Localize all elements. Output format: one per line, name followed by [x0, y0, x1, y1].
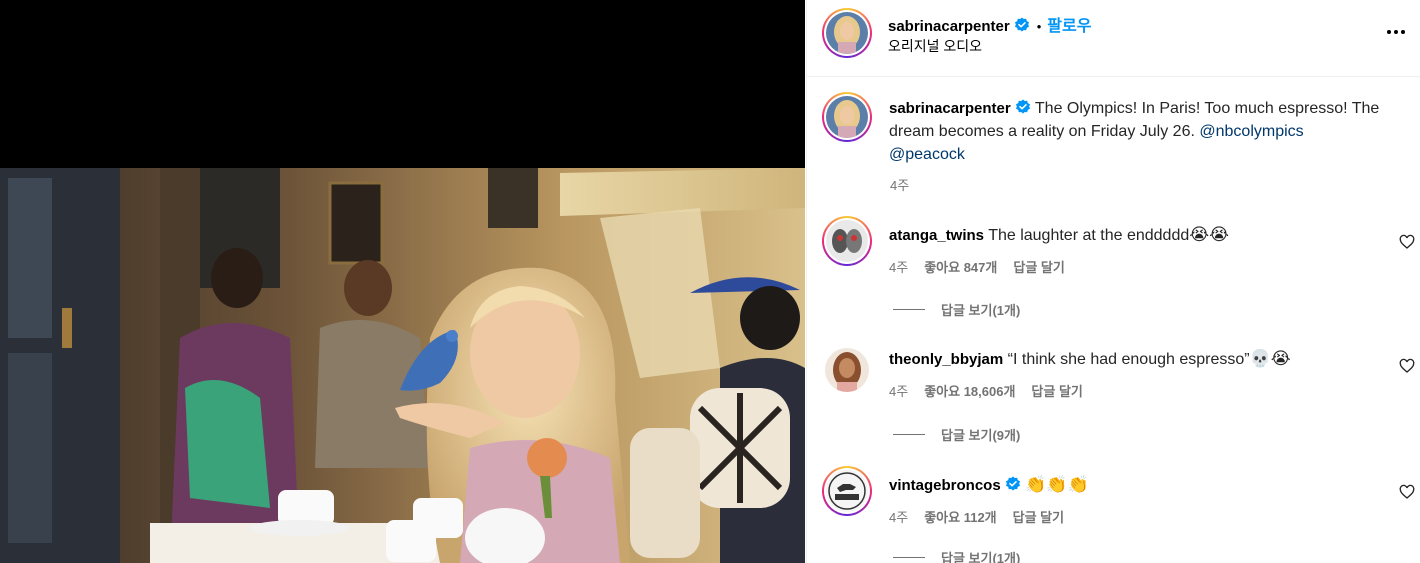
verified-badge-icon: [1015, 99, 1030, 114]
original-audio-link[interactable]: 오리지널 오디오: [888, 36, 982, 56]
comment-text-row: atanga_twins The laughter at the enddddd…: [889, 224, 1229, 247]
caption-username[interactable]: sabrinacarpenter: [889, 100, 1011, 117]
view-replies-button[interactable]: 답글 보기(9개): [893, 425, 1020, 444]
author-avatar[interactable]: [822, 8, 872, 58]
mention-link[interactable]: @peacock: [889, 146, 965, 163]
post-header: sabrinacarpenter • 팔로우 오리지널 오디오: [807, 0, 1420, 77]
comment-text-row: theonly_bbyjam “I think she had enough e…: [889, 348, 1291, 371]
comment-meta: 4주 좋아요 18,606개 답글 달기: [889, 381, 1083, 400]
heart-icon[interactable]: [1399, 234, 1415, 250]
avatar-image: [826, 470, 868, 512]
comment-like-count[interactable]: 좋아요 112개: [924, 510, 996, 525]
comment-like-count[interactable]: 좋아요 18,606개: [924, 384, 1015, 399]
comment-emojis: 😭😭: [1189, 225, 1229, 244]
comment-like-count[interactable]: 좋아요 847개: [924, 260, 997, 275]
author-username[interactable]: sabrinacarpenter: [888, 18, 1010, 35]
reply-button[interactable]: 답글 달기: [1013, 260, 1064, 275]
comment-emojis: 💀😭: [1249, 349, 1291, 368]
avatar-image: [826, 220, 868, 262]
divider-line: [893, 557, 925, 558]
commenter-username[interactable]: theonly_bbyjam: [889, 351, 1003, 368]
avatar-image: [826, 12, 868, 54]
reply-button[interactable]: 답글 달기: [1031, 384, 1082, 399]
comment-body: “I think she had enough espresso”: [1007, 351, 1250, 368]
follow-button[interactable]: 팔로우: [1047, 18, 1091, 35]
comment-text-row: vintagebroncos 👏👏👏: [889, 474, 1089, 497]
more-options-icon[interactable]: [1383, 22, 1409, 42]
avatar-image: [825, 348, 869, 392]
divider-line: [893, 309, 925, 310]
commenter-avatar[interactable]: [822, 466, 872, 516]
caption-author-avatar[interactable]: [822, 92, 872, 142]
commenter-username[interactable]: vintagebroncos: [889, 477, 1001, 494]
comment-timestamp[interactable]: 4주: [889, 384, 908, 399]
verified-badge-icon: [1014, 17, 1029, 32]
avatar-image: [826, 96, 868, 138]
view-replies-button[interactable]: 답글 보기(1개): [893, 300, 1020, 319]
commenter-avatar[interactable]: [825, 348, 869, 392]
post-detail-panel: sabrinacarpenter • 팔로우 오리지널 오디오 sabrinaca…: [806, 0, 1420, 563]
comment-meta: 4주 좋아요 112개 답글 달기: [889, 507, 1064, 526]
mention-link[interactable]: @nbcolympics: [1199, 123, 1303, 140]
commenter-username[interactable]: atanga_twins: [889, 227, 984, 244]
post-caption: sabrinacarpenter The Olympics! In Paris!…: [889, 97, 1389, 166]
comment-meta: 4주 좋아요 847개 답글 달기: [889, 257, 1065, 276]
view-replies-button[interactable]: 답글 보기(1개): [893, 548, 1020, 563]
reply-button[interactable]: 답글 달기: [1013, 510, 1064, 525]
comment-emojis: 👏👏👏: [1025, 475, 1089, 494]
separator-dot: •: [1036, 19, 1042, 34]
view-replies-label: 답글 보기(1개): [941, 551, 1021, 563]
heart-icon[interactable]: [1399, 358, 1415, 374]
view-replies-label: 답글 보기(9개): [941, 428, 1021, 443]
view-replies-label: 답글 보기(1개): [941, 303, 1021, 318]
verified-badge-icon: [1005, 476, 1020, 491]
letterbox-top: [0, 0, 805, 168]
comment-timestamp[interactable]: 4주: [889, 260, 908, 275]
divider-line: [893, 434, 925, 435]
commenter-avatar[interactable]: [822, 216, 872, 266]
video-frame-cafe-scene: [0, 168, 805, 563]
header-title-row: sabrinacarpenter • 팔로우: [888, 12, 1091, 36]
post-media[interactable]: [0, 0, 805, 563]
comment-timestamp[interactable]: 4주: [889, 510, 908, 525]
caption-timestamp[interactable]: 4주: [890, 175, 909, 194]
comment-body: The laughter at the enddddd: [988, 227, 1190, 244]
heart-icon[interactable]: [1399, 484, 1415, 500]
